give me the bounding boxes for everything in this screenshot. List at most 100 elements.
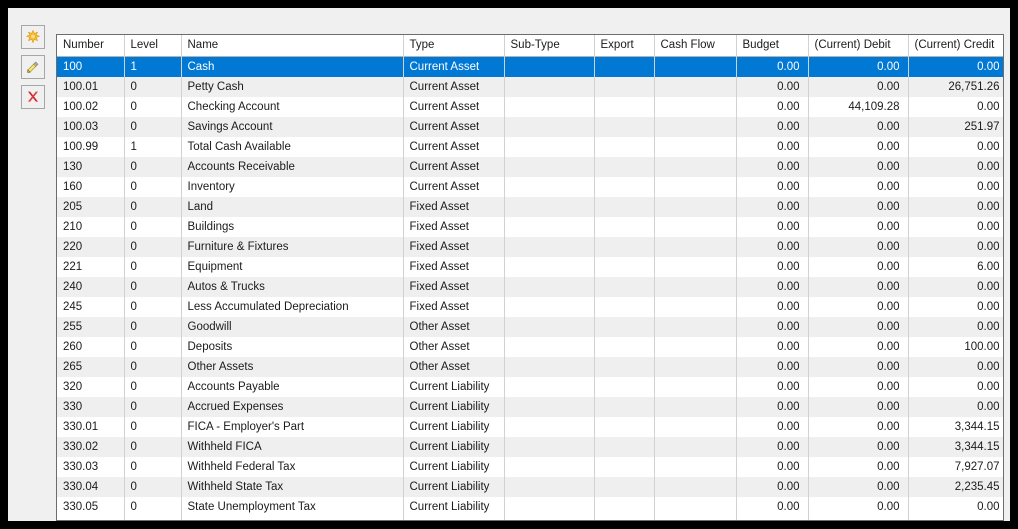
table-row[interactable]: 330.03 0 Withheld Federal Tax Current Liabi… [57, 456, 1003, 477]
edit-account-button[interactable] [21, 55, 45, 79]
cell-export [594, 256, 654, 277]
cell-type: Current Liability [403, 476, 504, 497]
table-row[interactable]: 255 0 Goodwill Other Asset 0.00 0.00 0.00 [57, 316, 1003, 337]
cell-subtype [504, 316, 594, 337]
cell-number: 220 [57, 236, 124, 257]
cell-level: 1 [124, 56, 181, 77]
cell-number: 330.05 [57, 496, 124, 517]
cell-name: Other Assets [181, 356, 403, 377]
cell-level: 0 [124, 376, 181, 397]
cell-number: 210 [57, 216, 124, 237]
cell-name: Total Cash Available [181, 136, 403, 157]
column-header-export[interactable]: Export [594, 35, 655, 57]
cell-export [594, 136, 654, 157]
table-row[interactable]: 100.01 0 Petty Cash Current Asset 0.00 0.00 26… [57, 76, 1003, 97]
cell-cashflow [654, 236, 736, 257]
cell-cashflow [654, 436, 736, 457]
cell-cashflow [654, 416, 736, 437]
cell-export [594, 376, 654, 397]
cell-name: Goodwill [181, 316, 403, 337]
table-row[interactable]: 260 0 Deposits Other Asset 0.00 0.00 100.00 [57, 336, 1003, 357]
column-header-type[interactable]: Type [403, 35, 505, 57]
cell-name: Furniture & Fixtures [181, 236, 403, 257]
cell-cashflow [654, 296, 736, 317]
cell-credit: 0.00 [908, 56, 1003, 77]
cell-debit: 0.00 [808, 436, 908, 457]
column-header-cashflow[interactable]: Cash Flow [654, 35, 737, 57]
cell-type: Current Liability [403, 396, 504, 417]
table-row[interactable]: 210 0 Buildings Fixed Asset 0.00 0.00 0.00 [57, 216, 1003, 237]
cell-cashflow [654, 396, 736, 417]
cell-type: Fixed Asset [403, 296, 504, 317]
table-row[interactable]: 240 0 Autos & Trucks Fixed Asset 0.00 0.00 0.0… [57, 276, 1003, 297]
table-row[interactable]: 100.02 0 Checking Account Current Asset 0.00… [57, 96, 1003, 117]
table-row[interactable]: 265 0 Other Assets Other Asset 0.00 0.00 0.00 [57, 356, 1003, 377]
cell-name: Savings Account [181, 116, 403, 137]
cell-cashflow [654, 76, 736, 97]
cell-subtype [504, 96, 594, 117]
cell-type: Fixed Asset [403, 236, 504, 257]
table-row[interactable]: 130 0 Accounts Receivable Current Asset 0.00… [57, 156, 1003, 177]
cell-type: Current Asset [403, 116, 504, 137]
cell-credit: 0.00 [908, 396, 1003, 417]
table-row[interactable]: 160 0 Inventory Current Asset 0.00 0.00 0.00 [57, 176, 1003, 197]
cell-subtype [504, 496, 594, 517]
cell-number: 100.02 [57, 96, 124, 117]
cell-credit: 0.00 [908, 196, 1003, 217]
cell-subtype [504, 76, 594, 97]
cell-budget: 0.00 [736, 96, 808, 117]
column-header-budget[interactable]: Budget [736, 35, 809, 57]
column-header-credit[interactable]: (Current) Credit [908, 35, 1003, 57]
accounts-table: Number Level Name Type Sub-Type Export Cash Fl… [57, 35, 1003, 517]
cell-cashflow [654, 316, 736, 337]
cell-level: 0 [124, 156, 181, 177]
accounts-grid[interactable]: Number Level Name Type Sub-Type Export Cash Fl… [56, 34, 1004, 521]
cell-level: 0 [124, 176, 181, 197]
cell-export [594, 236, 654, 257]
cell-number: 330.01 [57, 416, 124, 437]
table-row[interactable]: 221 0 Equipment Fixed Asset 0.00 0.00 6.00 [57, 256, 1003, 277]
table-row[interactable]: 330.01 0 FICA - Employer's Part Current Lia… [57, 416, 1003, 437]
column-header-number[interactable]: Number [57, 35, 125, 57]
cell-debit: 0.00 [808, 76, 908, 97]
delete-account-button[interactable] [21, 85, 45, 109]
cell-export [594, 96, 654, 117]
cell-level: 0 [124, 236, 181, 257]
new-account-button[interactable] [21, 25, 45, 49]
cell-type: Current Liability [403, 436, 504, 457]
column-header-debit[interactable]: (Current) Debit [808, 35, 909, 57]
cell-debit: 0.00 [808, 176, 908, 197]
table-row[interactable]: 245 0 Less Accumulated Depreciation Fixed A… [57, 296, 1003, 317]
table-row[interactable]: 330.04 0 Withheld State Tax Current Liabili… [57, 476, 1003, 497]
cell-level: 0 [124, 316, 181, 337]
cell-type: Current Asset [403, 76, 504, 97]
table-row[interactable]: 100 1 Cash Current Asset 0.00 0.00 0.00 [57, 56, 1003, 77]
table-row[interactable]: 205 0 Land Fixed Asset 0.00 0.00 0.00 [57, 196, 1003, 217]
header-row: Number Level Name Type Sub-Type Export Cash Fl… [57, 35, 1003, 57]
cell-subtype [504, 216, 594, 237]
starburst-new-icon [25, 29, 41, 45]
column-header-subtype[interactable]: Sub-Type [504, 35, 595, 57]
cell-cashflow [654, 476, 736, 497]
cell-budget: 0.00 [736, 216, 808, 237]
table-row[interactable]: 330.02 0 Withheld FICA Current Liability 0.0… [57, 436, 1003, 457]
cell-credit: 0.00 [908, 296, 1003, 317]
cell-number: 260 [57, 336, 124, 357]
table-row[interactable]: 330.05 0 State Unemployment Tax Current Lia… [57, 496, 1003, 517]
cell-credit: 26,751.26 [908, 76, 1003, 97]
cell-credit: 0.00 [908, 376, 1003, 397]
table-row[interactable]: 100.03 0 Savings Account Current Asset 0.00 0… [57, 116, 1003, 137]
cell-level: 0 [124, 196, 181, 217]
column-header-level[interactable]: Level [124, 35, 182, 57]
cell-subtype [504, 416, 594, 437]
column-header-name[interactable]: Name [181, 35, 404, 57]
cell-subtype [504, 176, 594, 197]
table-row[interactable]: 100.99 1 Total Cash Available Current Asset… [57, 136, 1003, 157]
cell-debit: 0.00 [808, 276, 908, 297]
table-row[interactable]: 330 0 Accrued Expenses Current Liability 0.0… [57, 396, 1003, 417]
table-row[interactable]: 320 0 Accounts Payable Current Liability 0.0… [57, 376, 1003, 397]
cell-budget: 0.00 [736, 136, 808, 157]
cell-name: State Unemployment Tax [181, 496, 403, 517]
cell-level: 1 [124, 136, 181, 157]
table-row[interactable]: 220 0 Furniture & Fixtures Fixed Asset 0.00 0… [57, 236, 1003, 257]
